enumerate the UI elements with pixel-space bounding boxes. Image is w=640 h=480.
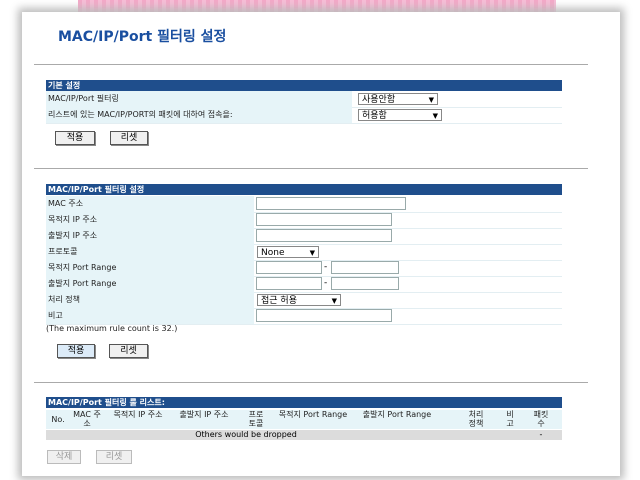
filter-enable-select[interactable]: 사용안함 ▼ bbox=[358, 93, 438, 105]
basic-section-header: 기본 설정 bbox=[46, 80, 562, 91]
comment-row: 비고 bbox=[46, 308, 562, 325]
column-header: 패킷 수 bbox=[533, 410, 549, 428]
column-header: MAC 주소 bbox=[73, 410, 101, 428]
rule-apply-button[interactable]: 적용 bbox=[57, 344, 95, 358]
dst-ip-row: 목적지 IP 주소 bbox=[46, 212, 562, 229]
dst-port-end-input[interactable] bbox=[331, 261, 399, 274]
delete-button[interactable]: 삭제 bbox=[47, 450, 81, 464]
page-title: MAC/IP/Port 필터링 설정 bbox=[58, 29, 227, 45]
column-header: 목적지 IP 주소 bbox=[113, 410, 163, 419]
column-header: 비고 bbox=[506, 410, 514, 428]
chevron-down-icon: ▼ bbox=[331, 297, 337, 305]
dst-ip-input[interactable] bbox=[256, 213, 392, 226]
basic-apply-button[interactable]: 적용 bbox=[55, 131, 95, 145]
rule-reset-button[interactable]: 리셋 bbox=[109, 344, 148, 358]
basic-reset-button[interactable]: 리셋 bbox=[110, 131, 148, 145]
action-value: 접근 허용 bbox=[261, 296, 297, 306]
divider bbox=[34, 64, 588, 65]
action-row: 처리 정책 접근 허용 ▼ bbox=[46, 292, 562, 309]
rule-form-header: MAC/IP/Port 필터링 설정 bbox=[46, 184, 562, 195]
protocol-value: None bbox=[261, 248, 285, 258]
src-port-row: 출발지 Port Range - bbox=[46, 276, 562, 293]
column-header: 프로 토콜 bbox=[248, 410, 264, 428]
max-rule-note: (The maximum rule count is 32.) bbox=[46, 324, 178, 333]
column-header: 처리 정책 bbox=[468, 410, 484, 428]
divider bbox=[34, 382, 588, 383]
default-policy-value: 허용함 bbox=[362, 111, 387, 121]
range-separator: - bbox=[324, 278, 328, 288]
comment-label: 비고 bbox=[46, 308, 254, 324]
default-policy-select[interactable]: 허용함 ▼ bbox=[358, 109, 442, 121]
filter-enable-label: MAC/IP/Port 필터링 bbox=[46, 91, 352, 107]
action-select[interactable]: 접근 허용 ▼ bbox=[257, 294, 341, 306]
default-rule-text: Others would be dropped bbox=[195, 430, 297, 439]
src-port-label: 출발지 Port Range bbox=[46, 276, 254, 292]
column-header: No. bbox=[51, 415, 65, 424]
filter-enable-value: 사용안함 bbox=[362, 95, 396, 105]
mac-row: MAC 주소 bbox=[46, 196, 562, 213]
dst-port-row: 목적지 Port Range - bbox=[46, 260, 562, 277]
protocol-select[interactable]: None ▼ bbox=[257, 246, 319, 258]
range-separator: - bbox=[324, 262, 328, 272]
src-port-start-input[interactable] bbox=[256, 277, 322, 290]
src-port-end-input[interactable] bbox=[331, 277, 399, 290]
dst-port-start-input[interactable] bbox=[256, 261, 322, 274]
protocol-row: 프로토콜 None ▼ bbox=[46, 244, 562, 261]
table-row: Others would be dropped - bbox=[46, 430, 562, 440]
filter-enable-row: MAC/IP/Port 필터링 사용안함 ▼ bbox=[46, 91, 562, 108]
divider bbox=[34, 168, 588, 169]
dst-port-label: 목적지 Port Range bbox=[46, 260, 254, 276]
chevron-down-icon: ▼ bbox=[432, 112, 438, 120]
chevron-down-icon: ▼ bbox=[428, 96, 434, 104]
chevron-down-icon: ▼ bbox=[309, 249, 315, 257]
rule-list-header: MAC/IP/Port 필터링 룰 리스트: bbox=[46, 397, 562, 408]
src-ip-label: 출발지 IP 주소 bbox=[46, 228, 254, 244]
dst-ip-label: 목적지 IP 주소 bbox=[46, 212, 254, 228]
mac-label: MAC 주소 bbox=[46, 196, 254, 212]
action-label: 처리 정책 bbox=[46, 292, 254, 308]
default-policy-label: 리스트에 있는 MAC/IP/PORT의 패킷에 대하여 접속을: bbox=[46, 107, 352, 123]
default-rule-count: - bbox=[539, 430, 543, 439]
src-ip-row: 출발지 IP 주소 bbox=[46, 228, 562, 245]
mac-input[interactable] bbox=[256, 197, 406, 210]
column-header: 출발지 IP 주소 bbox=[179, 410, 229, 419]
column-header: 출발지 Port Range bbox=[362, 410, 432, 419]
src-ip-input[interactable] bbox=[256, 229, 392, 242]
default-policy-row: 리스트에 있는 MAC/IP/PORT의 패킷에 대하여 접속을: 허용함 ▼ bbox=[46, 107, 562, 124]
comment-input[interactable] bbox=[256, 309, 392, 322]
rule-list-column-headers: No. MAC 주소 목적지 IP 주소 출발지 IP 주소 프로 토콜 목적지… bbox=[46, 410, 562, 429]
column-header: 목적지 Port Range bbox=[278, 410, 348, 419]
protocol-label: 프로토콜 bbox=[46, 244, 254, 260]
list-reset-button[interactable]: 리셋 bbox=[96, 450, 132, 464]
